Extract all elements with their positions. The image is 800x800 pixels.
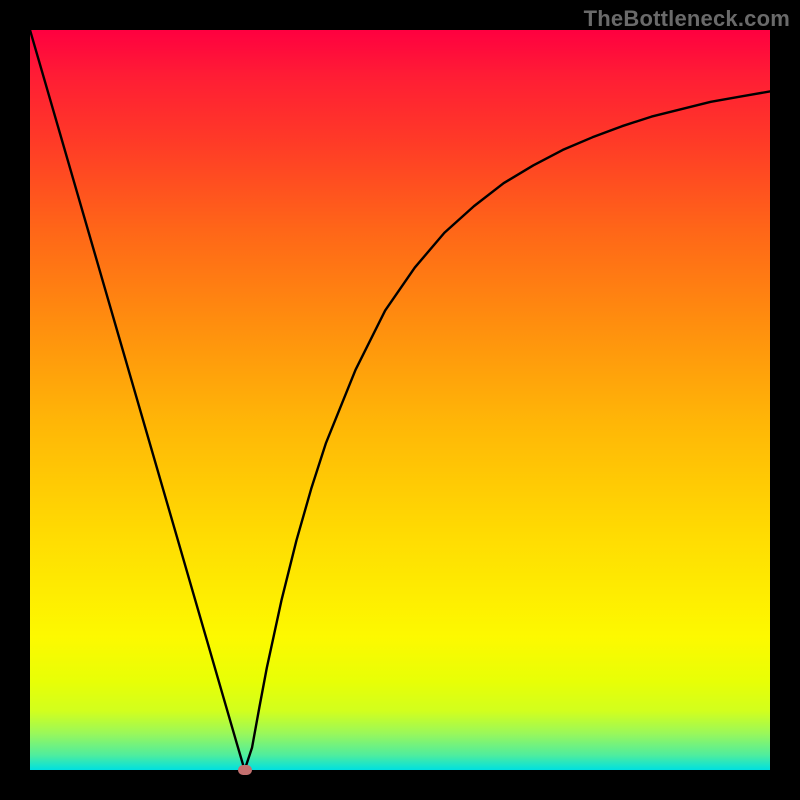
watermark-text: TheBottleneck.com bbox=[584, 6, 790, 32]
minimum-marker bbox=[238, 765, 252, 775]
plot-area bbox=[30, 30, 770, 770]
bottleneck-curve bbox=[30, 30, 770, 770]
chart-container: TheBottleneck.com bbox=[0, 0, 800, 800]
